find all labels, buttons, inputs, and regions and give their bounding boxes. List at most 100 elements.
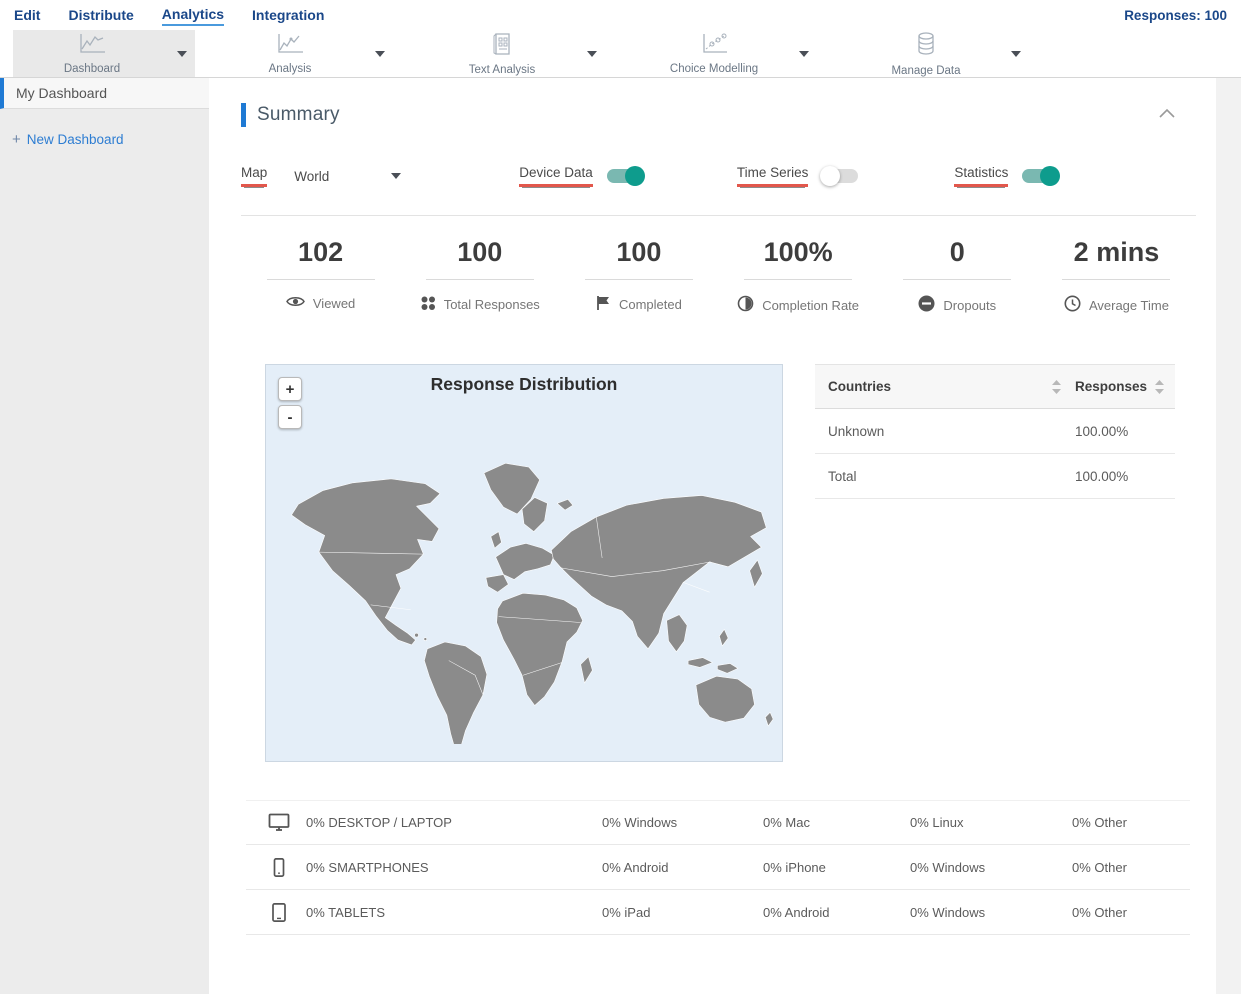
world-map[interactable] [270,431,778,744]
country-name: Unknown [828,423,885,439]
collapse-section-button[interactable] [1158,106,1176,124]
device-stat: 0% Other [1072,859,1127,875]
stat-label: Completed [618,297,682,312]
toolbar-item-choice-modelling[interactable]: Choice Modelling [635,30,817,77]
stat-viewed: 102 Viewed [241,237,400,315]
stat-label: Dropouts [943,297,997,313]
tablet-icon [272,902,286,922]
device-label: 0% TABLETS [306,904,385,920]
nav-edit[interactable]: Edit [14,5,40,25]
device-row-smartphones: 0% SMARTPHONES 0% Android 0% iPhone 0% W… [246,845,1190,890]
countries-table: Countries Responses Unknown 100.00% Tota… [815,364,1175,762]
device-stat: 0% Android [763,904,830,920]
divider [744,279,853,280]
divider [266,279,375,280]
device-stat: 0% iPad [602,904,651,920]
device-data-label: Device Data [519,165,593,187]
toggle-knob [624,166,645,186]
minus-circle-icon [918,295,943,315]
toolbar-item-label: Text Analysis [468,63,536,76]
responses-column-header[interactable]: Responses [1075,379,1147,394]
stat-completed: 100 Completed [559,237,718,315]
country-responses: 100.00% [1075,468,1129,484]
device-data-table: 0% DESKTOP / LAPTOP 0% Windows 0% Mac 0%… [246,800,1190,935]
chevron-down-icon[interactable] [587,50,597,57]
country-name: Total [828,468,857,484]
stat-label: Viewed [312,295,356,311]
section-accent-bar [241,103,246,127]
toolbar-item-dashboard[interactable]: Dashboard [13,30,195,77]
device-stat: 0% Other [1072,815,1127,830]
sidebar-item-label: My Dashboard [16,85,108,101]
countries-table-header: Countries Responses [815,364,1175,409]
stat-value: 2 mins [1073,237,1160,267]
stat-average-time: 2 mins Average Time [1037,237,1196,315]
summary-panel: Summary Map World Device Data Time Serie… [209,78,1216,994]
smartphone-icon [273,857,285,877]
table-row: Unknown 100.00% [815,409,1175,454]
chevron-down-icon[interactable] [799,50,809,57]
nav-distribute[interactable]: Distribute [68,5,133,25]
stat-label: Total Responses [443,297,540,312]
sort-icon[interactable] [1052,379,1061,394]
document-grid-icon [490,32,514,61]
time-series-label: Time Series [736,165,809,187]
stat-completion-rate: 100% Completion Rate [719,237,878,315]
device-label: 0% SMARTPHONES [306,859,429,875]
responses-count: Responses: 100 [1124,7,1227,23]
divider [1062,279,1171,280]
device-stat: 0% Windows [910,859,986,875]
chevron-down-icon[interactable] [1011,50,1021,57]
line-chart-icon [77,33,107,60]
toolbar-item-text-analysis[interactable]: Text Analysis [423,30,605,77]
map-label: Map [241,165,268,187]
sort-icon[interactable] [1155,379,1165,394]
stat-label: Completion Rate [762,297,860,313]
time-series-toggle[interactable] [820,166,859,186]
nav-integration[interactable]: Integration [252,5,324,25]
sidebar-item-my-dashboard[interactable]: My Dashboard [0,78,209,109]
toolbar-item-analysis[interactable]: Analysis [211,30,393,77]
clock-icon [1064,295,1089,315]
stat-label: Average Time [1088,297,1169,313]
toolbar-item-label: Analysis [268,62,312,75]
stat-value: 100 [457,237,503,267]
chevron-down-icon[interactable] [375,50,385,57]
device-stat: 0% Other [1072,904,1127,920]
response-distribution-map[interactable]: Response Distribution + - [265,364,783,762]
toolbar-item-label: Manage Data [891,64,961,77]
device-stat: 0% iPhone [763,859,826,875]
statistics-toggle[interactable] [1022,166,1061,186]
device-row-tablets: 0% TABLETS 0% iPad 0% Android 0% Windows… [246,890,1190,935]
map-zoom-in-button[interactable]: + [278,377,302,401]
stat-dropouts: 0 Dropouts [878,237,1037,315]
nav-analytics[interactable]: Analytics [161,4,225,26]
new-dashboard-label: New Dashboard [26,132,124,147]
toggle-knob [1040,166,1061,186]
stat-value: 100 [616,237,662,267]
device-stat: 0% Linux [910,815,964,830]
new-dashboard-button[interactable]: + New Dashboard [12,131,209,148]
statistics-label: Statistics [954,165,1009,187]
countries-column-header[interactable]: Countries [828,379,891,394]
map-zoom-out-button[interactable]: - [278,405,302,429]
country-responses: 100.00% [1075,423,1129,439]
divider [903,279,1012,280]
toggle-knob [820,166,841,186]
device-stat: 0% Mac [763,815,810,830]
map-region-select[interactable]: World [294,169,402,184]
toolbar-item-manage-data[interactable]: Manage Data [847,30,1029,77]
desktop-icon [268,813,290,831]
toolbar-item-label: Dashboard [63,62,121,75]
chevron-down-icon[interactable] [177,50,187,57]
device-stat: 0% Windows [602,815,678,830]
scatter-chart-icon [699,33,729,60]
stat-value: 0 [949,237,965,267]
line-chart-icon [275,33,305,60]
stat-value: 102 [298,237,344,267]
flag-icon [596,295,619,314]
device-data-toggle[interactable] [606,166,645,186]
plus-icon: + [12,131,21,148]
top-nav: Edit Distribute Analytics Integration Re… [0,0,1241,30]
stat-value: 100% [763,237,833,267]
